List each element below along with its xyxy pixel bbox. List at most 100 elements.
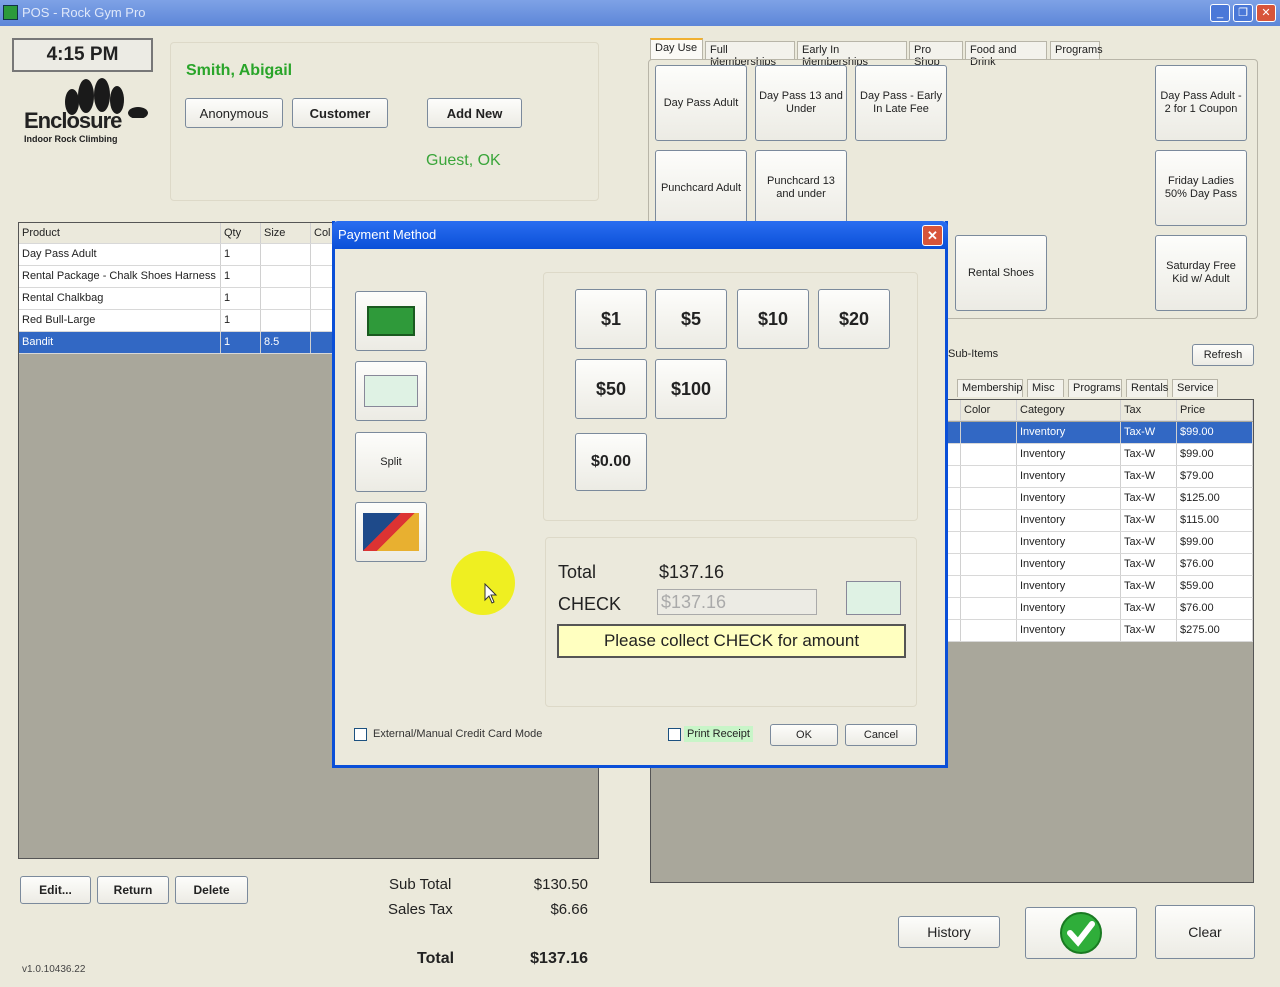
payment-method-label: CHECK	[558, 594, 622, 614]
summary-panel	[545, 537, 917, 707]
credit-card-method-button[interactable]	[355, 502, 427, 562]
price-cell: $76.00	[1177, 554, 1253, 575]
logo: Enclosure Indoor Rock Climbing	[22, 78, 152, 148]
subtab-rentals[interactable]: Rentals	[1126, 379, 1168, 397]
price-cell: $76.00	[1177, 598, 1253, 619]
version-label: v1.0.10436.22	[22, 964, 86, 975]
price-cell: $115.00	[1177, 510, 1253, 531]
cash-amount-button[interactable]: $50	[575, 359, 647, 419]
subtab-membership[interactable]: Membership	[957, 379, 1023, 397]
tax-cell: Tax-W	[1121, 554, 1177, 575]
product-cell: Bandit	[19, 332, 221, 353]
complete-sale-button[interactable]	[1025, 907, 1137, 959]
sales-tax-label: Sales Tax	[388, 901, 453, 918]
cash-amount-button[interactable]: $1	[575, 289, 647, 349]
ok-button[interactable]: OK	[770, 724, 838, 746]
add-new-button[interactable]: Add New	[427, 98, 522, 128]
tax-cell: Tax-W	[1121, 598, 1177, 619]
clear-button[interactable]: Clear	[1155, 905, 1255, 959]
close-button[interactable]: ✕	[1256, 4, 1276, 22]
dialog-total-value: $137.16	[659, 562, 725, 582]
price-cell: $275.00	[1177, 620, 1253, 641]
tax-cell: Tax-W	[1121, 576, 1177, 597]
customer-button[interactable]: Customer	[292, 98, 388, 128]
dialog-close-button[interactable]: ✕	[922, 225, 943, 246]
column-header: Price	[1177, 400, 1253, 420]
product-button[interactable]: Saturday Free Kid w/ Adult	[1155, 235, 1247, 311]
tax-cell: Tax-W	[1121, 620, 1177, 641]
minimize-button[interactable]: _	[1210, 4, 1230, 22]
anonymous-button[interactable]: Anonymous	[185, 98, 283, 128]
cash-amount-button[interactable]: $100	[655, 359, 727, 419]
cash-amount-button[interactable]: $0.00	[575, 433, 647, 491]
split-button[interactable]: Split	[355, 432, 427, 492]
external-mode-checkbox[interactable]	[354, 728, 367, 741]
cash-method-button[interactable]	[355, 291, 427, 351]
tab-early-in-memberships[interactable]: Early In Memberships	[797, 41, 907, 68]
color-cell	[961, 444, 1017, 465]
tab-food-and-drink[interactable]: Food and Drink	[965, 41, 1047, 68]
color-cell	[961, 620, 1017, 641]
product-button[interactable]: Friday Ladies 50% Day Pass	[1155, 150, 1247, 226]
product-button[interactable]: Punchcard Adult	[655, 150, 747, 226]
subtab-programs[interactable]: Programs	[1068, 379, 1122, 397]
product-button[interactable]: Day Pass 13 and Under	[755, 65, 847, 141]
tax-cell: Tax-W	[1121, 422, 1177, 443]
tab-full-memberships[interactable]: Full Memberships	[705, 41, 795, 68]
price-cell: $125.00	[1177, 488, 1253, 509]
print-receipt-checkbox[interactable]	[668, 728, 681, 741]
tab-day-use[interactable]: Day Use	[650, 38, 703, 60]
cancel-button[interactable]: Cancel	[845, 724, 917, 746]
subtab-service[interactable]: Service	[1172, 379, 1218, 397]
title-bar: POS - Rock Gym Pro	[0, 0, 1280, 26]
tax-cell: Tax-W	[1121, 532, 1177, 553]
color-cell	[961, 510, 1017, 531]
cash-amount-button[interactable]: $20	[818, 289, 890, 349]
category-cell: Inventory	[1017, 554, 1121, 575]
column-header: Product	[19, 223, 221, 243]
window-title: POS - Rock Gym Pro	[22, 5, 146, 20]
refresh-button[interactable]: Refresh	[1192, 344, 1254, 366]
history-button[interactable]: History	[898, 916, 1000, 948]
color-cell	[961, 466, 1017, 487]
size-cell	[261, 288, 311, 309]
subtab-misc[interactable]: Misc	[1027, 379, 1064, 397]
product-button[interactable]: Day Pass Adult	[655, 65, 747, 141]
return-button[interactable]: Return	[97, 876, 169, 904]
size-cell	[261, 266, 311, 287]
tab-pro-shop[interactable]: Pro Shop	[909, 41, 963, 68]
dialog-title: Payment Method	[338, 227, 437, 242]
sales-tax-value: $6.66	[550, 901, 588, 918]
color-cell	[961, 598, 1017, 619]
category-cell: Inventory	[1017, 488, 1121, 509]
qty-cell: 1	[221, 332, 261, 353]
qty-cell: 1	[221, 266, 261, 287]
total-value: $137.16	[530, 950, 588, 967]
product-button[interactable]: Punchcard 13 and under	[755, 150, 847, 226]
price-cell: $99.00	[1177, 444, 1253, 465]
product-cell: Day Pass Adult	[19, 244, 221, 265]
product-button[interactable]: Day Pass Adult - 2 for 1 Coupon	[1155, 65, 1247, 141]
column-header: Tax	[1121, 400, 1177, 420]
subtotal-label: Sub Total	[389, 876, 452, 893]
amount-input[interactable]: $137.16	[657, 589, 817, 615]
qty-cell: 1	[221, 288, 261, 309]
check-method-button[interactable]	[355, 361, 427, 421]
cash-amount-button[interactable]: $10	[737, 289, 809, 349]
tax-cell: Tax-W	[1121, 444, 1177, 465]
print-receipt-label: Print Receipt	[684, 726, 753, 742]
check-icon	[846, 581, 901, 615]
maximize-button[interactable]: ❐	[1233, 4, 1253, 22]
edit-button[interactable]: Edit...	[20, 876, 91, 904]
tab-programs[interactable]: Programs	[1050, 41, 1103, 59]
category-cell: Inventory	[1017, 532, 1121, 553]
product-button[interactable]: Rental Shoes	[955, 235, 1047, 311]
product-button[interactable]: Day Pass - Early In Late Fee	[855, 65, 947, 141]
category-cell: Inventory	[1017, 422, 1121, 443]
tax-cell: Tax-W	[1121, 510, 1177, 531]
total-label: Total	[417, 950, 455, 967]
delete-button[interactable]: Delete	[175, 876, 248, 904]
cash-amount-button[interactable]: $5	[655, 289, 727, 349]
tax-cell: Tax-W	[1121, 488, 1177, 509]
app-icon	[3, 5, 18, 20]
